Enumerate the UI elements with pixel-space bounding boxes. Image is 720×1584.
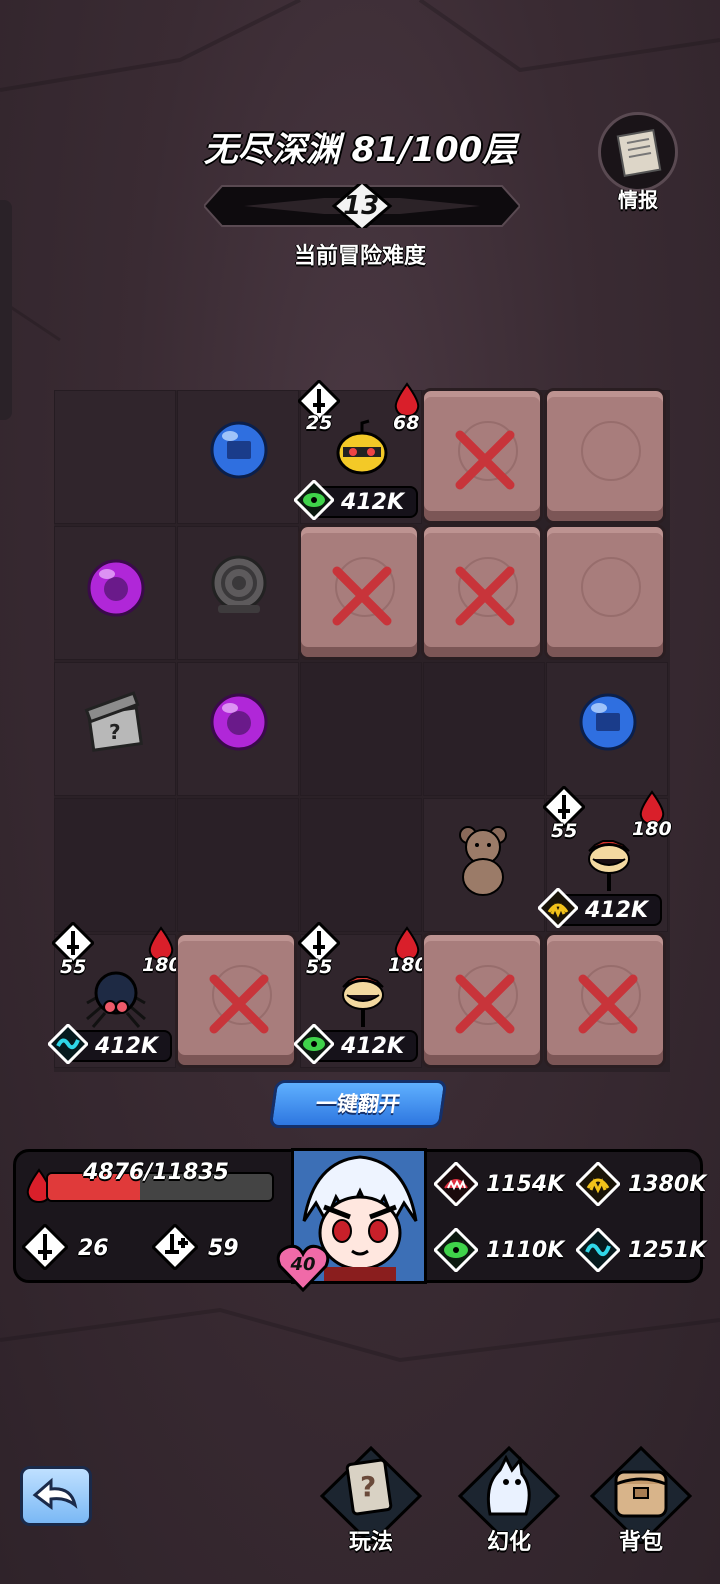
rock-tile bbox=[544, 388, 666, 524]
player-attack: 26 bbox=[78, 1236, 109, 1261]
rock-tile bbox=[544, 524, 666, 660]
yellow-fang-icon bbox=[538, 888, 578, 928]
board-cell[interactable] bbox=[300, 798, 422, 932]
green-eye-icon bbox=[294, 1024, 334, 1064]
board-cell[interactable] bbox=[177, 390, 299, 524]
blue-book-orb-icon bbox=[579, 693, 637, 751]
transform-label: 幻化 bbox=[486, 1530, 531, 1555]
rock-tile-crossed bbox=[175, 932, 297, 1068]
red-cap-flytrap-icon bbox=[588, 840, 630, 891]
board-cell[interactable] bbox=[54, 798, 176, 932]
gameplay-label: 玩法 bbox=[348, 1530, 393, 1555]
side-edge-tab bbox=[0, 200, 12, 420]
enemy-hp: 180 bbox=[142, 954, 176, 976]
difficulty-label: 当前冒险难度 bbox=[293, 244, 426, 269]
player-hp-text: 4876/11835 bbox=[83, 1160, 229, 1185]
enemy-power: 412K bbox=[95, 1034, 158, 1059]
info-button[interactable]: 情报 bbox=[598, 112, 682, 212]
flip-all-button[interactable]: 一键翻开 bbox=[268, 1080, 448, 1128]
x-mark-icon bbox=[332, 566, 392, 626]
backpack-label: 背包 bbox=[618, 1530, 663, 1555]
board-cell[interactable] bbox=[546, 662, 668, 796]
enemy-hp: 68 bbox=[393, 412, 420, 434]
purple-orb-icon bbox=[210, 693, 268, 751]
gameplay-button[interactable]: ? 玩法 bbox=[316, 1444, 426, 1555]
board-cell[interactable] bbox=[423, 662, 545, 796]
enemy-hp: 180 bbox=[632, 818, 672, 840]
transform-button[interactable]: 幻化 bbox=[454, 1444, 564, 1555]
rock-tile-crossed bbox=[298, 524, 420, 660]
back-arrow-icon bbox=[32, 1477, 78, 1510]
blue-book-orb-icon bbox=[210, 421, 268, 479]
stat-red-value: 1154K bbox=[486, 1172, 565, 1197]
newspaper-icon bbox=[598, 112, 678, 192]
stat-yellow-value: 1380K bbox=[628, 1172, 707, 1197]
enemy-power: 412K bbox=[341, 490, 404, 515]
cyan-wave-icon bbox=[48, 1024, 88, 1064]
enemy-power: 412K bbox=[341, 1034, 404, 1059]
green-eye-icon bbox=[294, 480, 334, 520]
green-eye-icon bbox=[434, 1228, 478, 1272]
enemy-attack: 55 bbox=[306, 956, 333, 978]
enemy-hp: 180 bbox=[388, 954, 422, 976]
player-crit: 59 bbox=[208, 1236, 239, 1261]
svg-text:?: ? bbox=[360, 1470, 376, 1503]
x-mark-icon bbox=[455, 430, 515, 490]
teddy-bear-icon bbox=[459, 826, 507, 896]
board-cell[interactable] bbox=[177, 798, 299, 932]
stat-cyan-value: 1251K bbox=[628, 1238, 707, 1263]
board-cell[interactable] bbox=[177, 662, 299, 796]
backpack-button[interactable]: 背包 bbox=[586, 1444, 696, 1555]
board-cell[interactable]: ? bbox=[54, 662, 176, 796]
difficulty-level: 13 bbox=[343, 191, 380, 221]
yellow-bomb-creature-icon bbox=[336, 419, 388, 475]
back-button[interactable] bbox=[20, 1466, 92, 1526]
rock-tile-crossed bbox=[421, 932, 543, 1068]
attack-sword-icon bbox=[22, 1224, 68, 1270]
board-cell[interactable] bbox=[54, 390, 176, 524]
yellow-fang-icon bbox=[576, 1162, 620, 1206]
stone-swirl-icon bbox=[211, 555, 267, 613]
rock-tile-crossed bbox=[421, 524, 543, 660]
x-mark-icon bbox=[578, 974, 638, 1034]
mystery-box-icon: ? bbox=[84, 691, 143, 752]
cyan-wave-icon bbox=[576, 1228, 620, 1272]
x-mark-icon bbox=[209, 974, 269, 1034]
crit-sword-icon bbox=[152, 1224, 198, 1270]
red-fang-icon bbox=[434, 1162, 478, 1206]
rock-tile-crossed bbox=[544, 932, 666, 1068]
x-mark-icon bbox=[455, 566, 515, 626]
svg-text:?: ? bbox=[109, 720, 121, 744]
board-cell[interactable] bbox=[423, 798, 545, 932]
enemy-power: 412K bbox=[585, 898, 648, 923]
purple-orb-icon bbox=[87, 559, 145, 617]
board-cell[interactable] bbox=[54, 526, 176, 660]
board-cell[interactable] bbox=[177, 526, 299, 660]
enemy-attack: 55 bbox=[551, 820, 578, 842]
enemy-attack: 25 bbox=[306, 412, 333, 434]
player-level: 40 bbox=[290, 1254, 316, 1275]
enemy-attack: 55 bbox=[60, 956, 87, 978]
stat-green-value: 1110K bbox=[486, 1238, 565, 1263]
x-mark-icon bbox=[455, 974, 515, 1034]
red-cap-flytrap-icon bbox=[342, 976, 384, 1027]
info-label: 情报 bbox=[618, 188, 658, 212]
board-cell[interactable] bbox=[300, 662, 422, 796]
rock-tile-crossed bbox=[421, 388, 543, 524]
